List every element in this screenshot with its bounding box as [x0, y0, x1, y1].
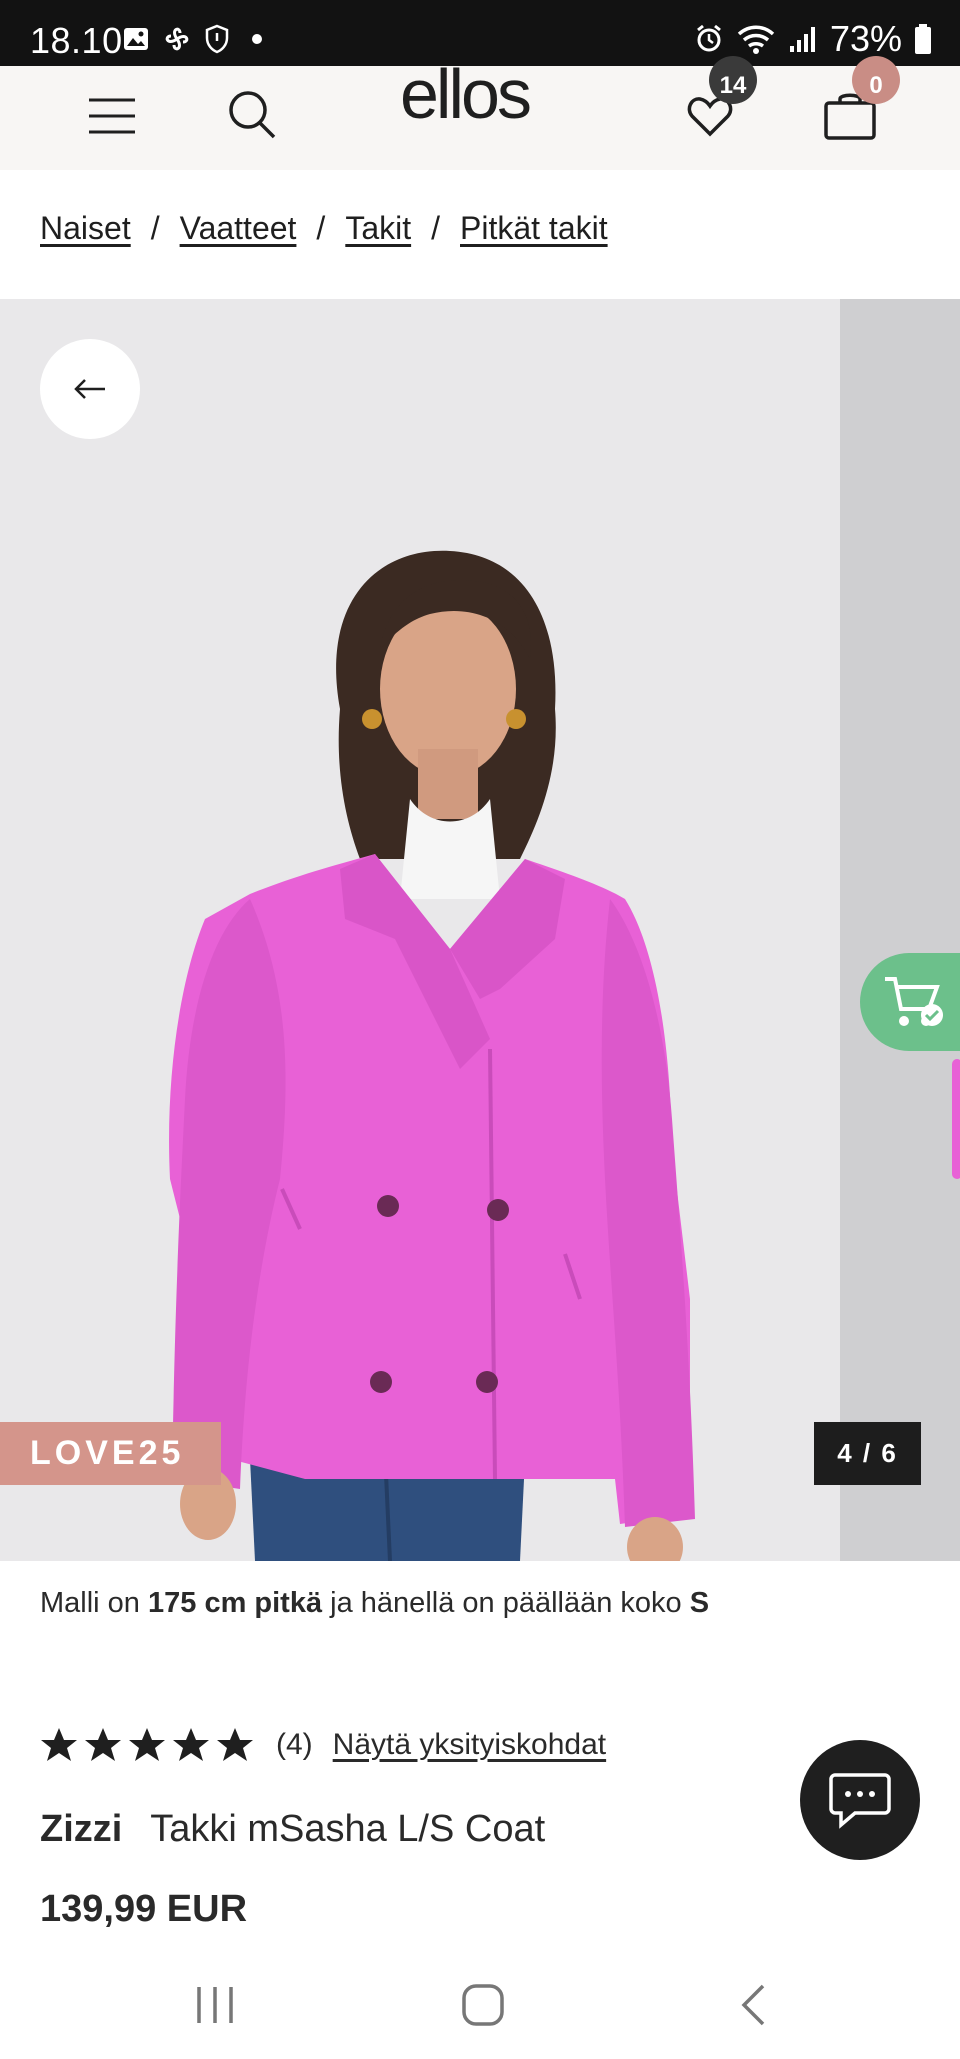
breadcrumb-separator: / — [316, 210, 326, 246]
quick-add-to-cart-button[interactable] — [860, 953, 960, 1051]
wifi-icon — [737, 25, 775, 54]
product-photo — [0, 299, 840, 1561]
review-count: (4) — [276, 1728, 313, 1761]
breadcrumb: Naiset / Vaatteet / Takit / Pitkät takit — [40, 210, 608, 247]
next-image-peek[interactable] — [840, 299, 960, 1561]
star-icon — [85, 1728, 121, 1761]
wishlist-count-badge: 14 — [709, 56, 757, 104]
gallery-icon — [124, 28, 148, 50]
cart-count-badge: 0 — [852, 56, 900, 104]
recent-apps-button[interactable] — [190, 1975, 240, 2035]
product-name: Takki mSasha L/S Coat — [150, 1808, 546, 1850]
breadcrumb-link[interactable]: Pitkät takit — [460, 210, 608, 247]
search-button[interactable] — [222, 66, 282, 166]
breadcrumb-separator: / — [431, 210, 440, 246]
notification-dot — [252, 34, 262, 44]
home-button[interactable] — [458, 1975, 508, 2035]
star-icon — [173, 1728, 209, 1761]
breadcrumb-link[interactable]: Vaatteet — [180, 210, 297, 247]
product-image-gallery[interactable]: LOVE25 4 / 6 — [0, 299, 960, 1561]
image-counter: 4 / 6 — [814, 1422, 921, 1485]
product-title: Zizzi Takki mSasha L/S Coat — [40, 1808, 545, 1851]
next-image-coat-edge — [952, 1059, 960, 1179]
search-icon — [229, 91, 276, 139]
chat-button[interactable] — [800, 1740, 920, 1860]
promo-code-label: LOVE25 — [0, 1422, 221, 1485]
breadcrumb-link[interactable]: Naiset — [40, 210, 131, 247]
chevron-left-icon — [741, 1984, 765, 2026]
star-icon — [129, 1728, 165, 1761]
menu-button[interactable] — [82, 66, 142, 166]
hamburger-menu-icon — [89, 98, 135, 134]
status-time: 18.10 — [30, 20, 123, 61]
show-details-link[interactable]: Näytä yksityiskohdat — [333, 1728, 606, 1762]
product-brand[interactable]: Zizzi — [40, 1808, 122, 1850]
star-rating — [40, 1727, 254, 1763]
product-price: 139,99 EUR — [40, 1888, 248, 1930]
status-system-icons: 73% — [694, 18, 932, 60]
product-rating: (4) Näytä yksityiskohdat — [40, 1727, 606, 1763]
cart-check-icon — [885, 977, 943, 1026]
signal-icon — [789, 27, 815, 52]
battery-percent: 73% — [829, 18, 902, 59]
model-info-middle: ja hänellä on päällään koko — [330, 1587, 682, 1619]
model-size-info: Malli on 175 cm pitkä ja hänellä on pääl… — [40, 1587, 709, 1620]
system-back-button[interactable] — [728, 1975, 778, 2035]
model-height: 175 cm pitkä — [148, 1587, 323, 1619]
alarm-icon — [697, 24, 721, 52]
arrow-left-icon — [74, 379, 105, 399]
site-header: ellos 14 0 — [0, 56, 960, 170]
recent-apps-icon — [197, 1987, 233, 2023]
model-size: S — [689, 1587, 710, 1619]
model-info-prefix: Malli on — [40, 1587, 140, 1619]
breadcrumb-separator: / — [150, 210, 160, 246]
ellos-logo[interactable]: ellos — [400, 59, 532, 129]
fan-icon — [165, 27, 189, 51]
shield-icon — [205, 24, 229, 54]
chat-bubble-icon — [829, 1773, 891, 1829]
star-icon — [217, 1728, 253, 1761]
battery-icon — [915, 24, 931, 54]
system-navigation-bar — [0, 1955, 960, 2059]
star-icon — [41, 1728, 77, 1761]
status-notification-icons — [122, 24, 262, 54]
back-button[interactable] — [40, 339, 140, 439]
breadcrumb-link[interactable]: Takit — [345, 210, 411, 247]
home-icon — [462, 1984, 504, 2026]
